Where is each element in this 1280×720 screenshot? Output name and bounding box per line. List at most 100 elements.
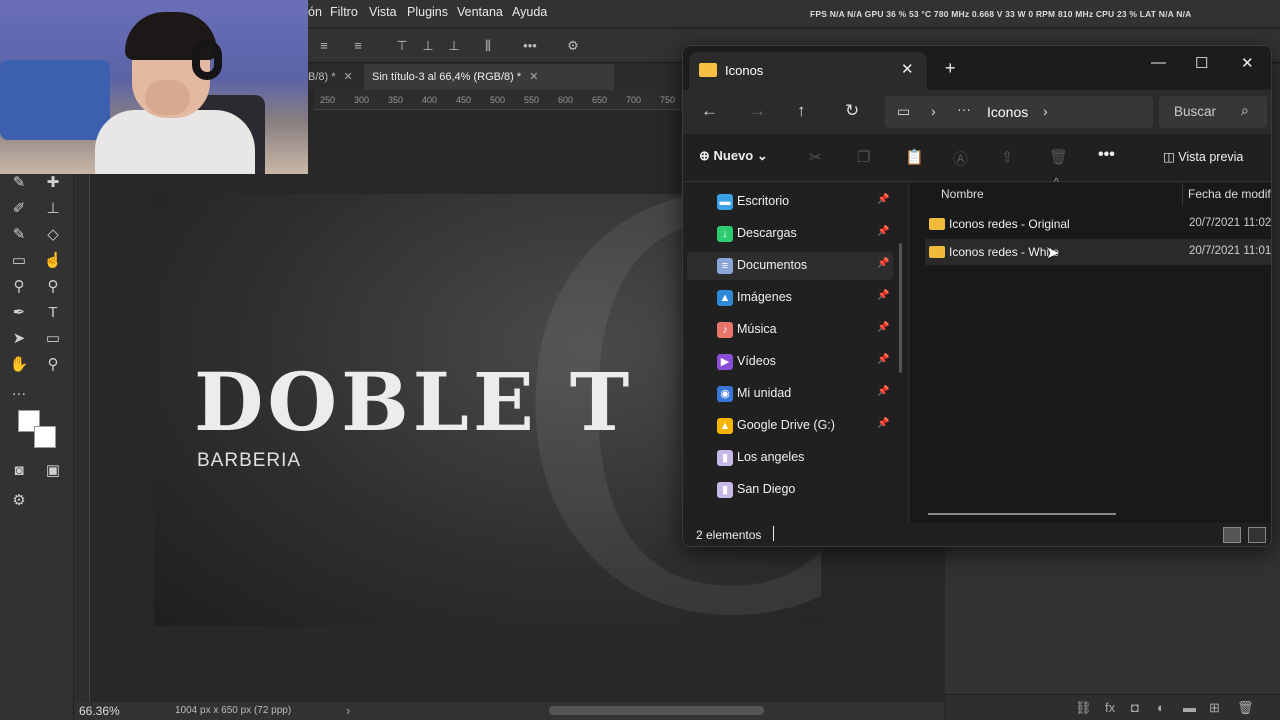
history-brush-icon[interactable]: ✎ — [8, 224, 30, 246]
edit-toolbar-icon[interactable]: ⚙ — [8, 490, 30, 512]
gear-icon[interactable]: ⚙ — [565, 38, 581, 54]
pin-icon[interactable]: 📌 — [877, 418, 889, 429]
mask-icon[interactable]: ◘ — [1131, 700, 1139, 715]
folder-icon[interactable]: ▬ — [1183, 700, 1196, 715]
sidebar-item-escritorio[interactable]: ▬ Escritorio 📌 — [687, 188, 893, 216]
menu-item-filtro[interactable]: Filtro — [330, 5, 358, 19]
delete-icon[interactable]: 🗑 — [1049, 148, 1068, 166]
menu-item-ayuda[interactable]: Ayuda — [512, 5, 547, 19]
sidebar-item-música[interactable]: ♪ Música 📌 — [687, 316, 893, 344]
maximize-button[interactable]: ☐ — [1195, 54, 1208, 72]
pin-icon[interactable]: 📌 — [877, 258, 889, 269]
sidebar-item-vídeos[interactable]: ▶ Vídeos 📌 — [687, 348, 893, 376]
more-options-icon[interactable]: ••• — [522, 38, 538, 54]
details-view-button[interactable] — [1223, 527, 1241, 543]
close-tab-icon[interactable]: ✕ — [901, 60, 914, 78]
more-options-button[interactable]: ••• — [1098, 146, 1115, 164]
distribute-icon[interactable]: ⫼ — [480, 38, 496, 54]
pen-icon[interactable]: ✒ — [8, 302, 30, 324]
horizontal-scrollbar[interactable] — [928, 513, 1116, 515]
hand-icon[interactable]: ✋ — [8, 354, 30, 376]
menu-item-ventana[interactable]: Ventana — [457, 5, 503, 19]
close-window-button[interactable]: ✕ — [1241, 54, 1254, 72]
paste-icon[interactable]: 📋 — [905, 148, 924, 166]
align-center-icon[interactable]: ≡ — [350, 38, 366, 54]
forward-button[interactable]: → — [749, 101, 766, 121]
menu-item-vista[interactable]: Vista — [369, 5, 397, 19]
address-bar[interactable]: ▭ › ··· Iconos › — [885, 96, 1153, 128]
pin-icon[interactable]: 📌 — [877, 322, 889, 333]
align-bottom-icon[interactable]: ⊥ — [446, 38, 462, 54]
document-info[interactable]: 1004 px x 650 px (72 ppp) — [175, 705, 291, 716]
breadcrumb-current[interactable]: Iconos — [987, 104, 1028, 120]
new-tab-button[interactable]: + — [945, 58, 956, 79]
new-button[interactable]: ⊕ Nuevo ⌄ — [699, 148, 768, 164]
sidebar-item-descargas[interactable]: ↓ Descargas 📌 — [687, 220, 893, 248]
share-icon[interactable]: ⇪ — [1001, 148, 1014, 166]
search-box[interactable]: Buscar ⌕ — [1159, 96, 1267, 128]
align-middle-icon[interactable]: ⊥ — [420, 38, 436, 54]
up-button[interactable]: ↑ — [797, 101, 806, 121]
chevron-right-icon[interactable]: › — [1043, 103, 1048, 119]
chevron-right-icon[interactable]: › — [931, 103, 936, 119]
close-icon[interactable]: ✕ — [344, 71, 353, 83]
chevron-right-icon[interactable]: › — [346, 703, 350, 718]
sidebar-item-google-drive-g[interactable]: ▲ Google Drive (G:) 📌 — [687, 412, 893, 440]
gradient-icon[interactable]: ▭ — [8, 250, 30, 272]
sidebar-item-los-angeles[interactable]: ▮ Los angeles — [687, 444, 893, 472]
pin-icon[interactable]: 📌 — [877, 290, 889, 301]
navigation-scrollbar[interactable] — [899, 243, 902, 373]
align-left-icon[interactable]: ≡ — [316, 38, 332, 54]
healing-brush-icon[interactable]: ✚ — [42, 172, 64, 194]
pin-icon[interactable]: 📌 — [877, 226, 889, 237]
back-button[interactable]: ← — [701, 101, 718, 121]
eraser-icon[interactable]: ◇ — [42, 224, 64, 246]
tab-document-active[interactable]: Sin título-3 al 66,4% (RGB/8) * ✕ — [364, 64, 614, 90]
horizontal-scrollbar[interactable] — [549, 706, 764, 715]
screen-mode-icon[interactable]: ▣ — [42, 460, 64, 482]
more-tools-icon[interactable]: … — [8, 380, 30, 402]
close-icon[interactable]: ✕ — [529, 71, 538, 83]
background-color-swatch[interactable] — [34, 426, 56, 448]
align-top-icon[interactable]: ⊤ — [394, 38, 410, 54]
minimize-button[interactable]: — — [1151, 54, 1166, 71]
list-item[interactable]: Iconos redes - White 20/7/2021 11:01 — [925, 239, 1271, 265]
copy-icon[interactable]: ❐ — [857, 148, 870, 166]
quick-mask-icon[interactable]: ◙ — [8, 460, 30, 482]
tiles-view-button[interactable] — [1248, 527, 1266, 543]
sidebar-item-san-diego[interactable]: ▮ San Diego — [687, 476, 893, 504]
explorer-tab[interactable]: Iconos ✕ — [689, 52, 927, 90]
refresh-button[interactable]: ↻ — [845, 101, 859, 121]
column-header-date[interactable]: Fecha de modif — [1188, 187, 1271, 201]
new-layer-icon[interactable]: ⊞ — [1209, 700, 1220, 716]
menu-item-edition[interactable]: ón — [308, 5, 322, 19]
path-select-icon[interactable]: ➤ — [8, 328, 30, 350]
stamp-icon[interactable]: ⊥ — [42, 198, 64, 220]
sidebar-item-documentos[interactable]: ≡ Documentos 📌 — [687, 252, 893, 280]
column-header-name[interactable]: Nombre — [941, 187, 984, 201]
list-item[interactable]: Iconos redes - Original 20/7/2021 11:02 — [925, 211, 1271, 237]
breadcrumb-overflow[interactable]: ··· — [957, 101, 971, 117]
menu-item-plugins[interactable]: Plugins — [407, 5, 448, 19]
rectangle-icon[interactable]: ▭ — [42, 328, 64, 350]
adjustment-icon[interactable]: ◐ — [1157, 700, 1165, 715]
eyedropper-icon[interactable]: ✎ — [8, 172, 30, 194]
smudge-icon[interactable]: ☝ — [42, 250, 64, 272]
link-icon[interactable]: ⛓ — [1075, 700, 1092, 716]
brush-icon[interactable]: ✐ — [8, 198, 30, 220]
rename-icon[interactable]: Ⓐ — [953, 148, 968, 169]
tab-document-previous[interactable]: B/8) * ✕ — [300, 64, 364, 90]
zoom-level[interactable]: 66.36% — [79, 704, 120, 718]
dodge-icon[interactable]: ⚲ — [8, 276, 30, 298]
burn-icon[interactable]: ⚲ — [42, 276, 64, 298]
pin-icon[interactable]: 📌 — [877, 194, 889, 205]
zoom-icon[interactable]: ⚲ — [42, 354, 64, 376]
pin-icon[interactable]: 📌 — [877, 386, 889, 397]
sidebar-item-imágenes[interactable]: ▲ Imágenes 📌 — [687, 284, 893, 312]
pin-icon[interactable]: 📌 — [877, 354, 889, 365]
sidebar-item-mi-unidad[interactable]: ◉ Mi unidad 📌 — [687, 380, 893, 408]
fx-icon[interactable]: fx — [1105, 700, 1115, 715]
preview-pane-button[interactable]: ◫ Vista previa — [1163, 149, 1243, 164]
column-divider[interactable] — [1182, 183, 1183, 205]
trash-icon[interactable]: 🗑 — [1237, 700, 1254, 716]
